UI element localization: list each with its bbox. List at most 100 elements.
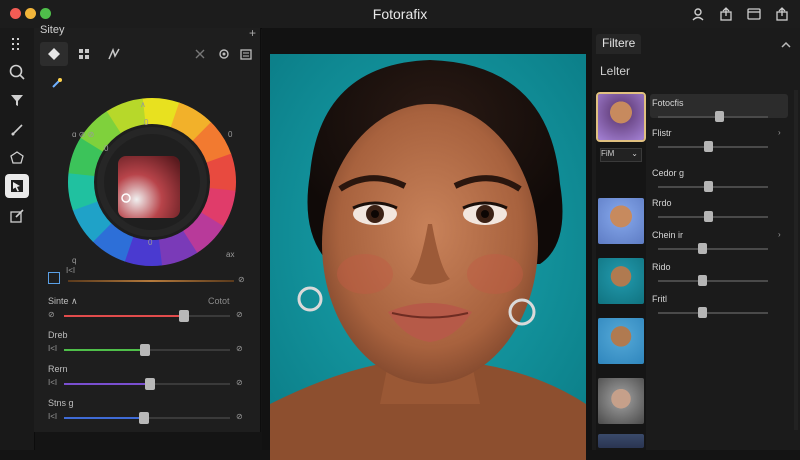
slider-thumb[interactable] <box>145 378 156 390</box>
wheel-label-tl: ɑ ⊘ ⊘ <box>72 130 95 139</box>
chevron-right-icon[interactable]: › <box>778 230 781 239</box>
filter-strength-track[interactable] <box>658 280 768 282</box>
picker-gradient <box>68 280 234 282</box>
chevron-right-icon[interactable]: › <box>778 128 781 137</box>
thumbnail-3[interactable] <box>598 258 644 304</box>
filter-mode-select-value: FiM <box>601 149 615 158</box>
select-tool-icon[interactable] <box>5 174 29 198</box>
slider-fill <box>64 417 144 419</box>
filter-item-label: Chein ir <box>652 230 684 240</box>
filter-funnel-icon[interactable] <box>5 88 29 112</box>
share-icon[interactable] <box>718 6 734 22</box>
filter-item[interactable]: Fotocfis <box>652 98 796 126</box>
filter-strength-track[interactable] <box>658 248 768 250</box>
panel-tab-label[interactable]: Sitey <box>40 24 64 36</box>
slider-fill <box>64 315 184 317</box>
curve-mode-icon[interactable] <box>100 42 128 66</box>
filter-item[interactable]: Fritl <box>652 294 796 322</box>
slider-fill <box>64 383 151 385</box>
slider-label: Stns g <box>48 398 74 408</box>
slider-thumb[interactable] <box>178 310 189 322</box>
filter-strength-thumb[interactable] <box>698 275 707 286</box>
chevron-down-icon: ⌄ <box>631 149 638 158</box>
app-title: Fotorafix <box>372 6 428 22</box>
title-bar-icons <box>690 6 790 22</box>
slider-right-mini[interactable]: ⊘ <box>236 344 243 353</box>
export-icon[interactable] <box>774 6 790 22</box>
filters-subtitle: Lelter <box>600 64 631 78</box>
filter-strength-thumb[interactable] <box>698 307 707 318</box>
slider-left-mini: ⊘ <box>48 310 55 319</box>
wheel-label-left: 0 <box>104 144 109 153</box>
slider-right-mini[interactable]: ⊘ <box>236 310 243 319</box>
filter-strength-thumb[interactable] <box>703 211 713 222</box>
shape-tool-icon[interactable] <box>5 146 29 170</box>
adjustments-panel: Sitey + 0 0 0 ax q ɑ ⊘ ⊘ 0 ∧ I<I ⊘ Sinte… <box>34 24 261 432</box>
picker-right-mini[interactable]: ⊘ <box>238 275 245 284</box>
filter-item[interactable]: Rido <box>652 262 796 290</box>
thumbnail-strip <box>596 90 646 450</box>
filter-mode-select[interactable]: FiM ⌄ <box>600 148 642 162</box>
slider-left-mini: I<I <box>48 378 58 387</box>
search-icon[interactable] <box>5 60 29 84</box>
edit-tool-icon[interactable] <box>5 204 29 228</box>
slider-right-mini[interactable]: ⊘ <box>236 378 243 387</box>
thumbnail-4[interactable] <box>598 318 644 364</box>
filter-strength-thumb[interactable] <box>714 111 724 122</box>
brush-tool-icon[interactable] <box>5 118 29 142</box>
wheel-label-bl: q <box>72 256 77 265</box>
filter-strength-thumb[interactable] <box>703 141 713 152</box>
filter-item-label: Fotocfis <box>652 98 684 108</box>
presets-icon[interactable] <box>232 42 260 66</box>
wheel-label-tr: 0 <box>228 130 233 139</box>
wheel-label-caret: ∧ <box>140 100 146 109</box>
wheel-label-top: 0 <box>144 118 149 127</box>
add-panel-button[interactable]: + <box>249 26 256 40</box>
filter-item-label: Cedor g <box>652 168 685 178</box>
slider-left-mini: I<I <box>48 412 58 421</box>
filter-item[interactable]: Rrdo <box>652 198 796 226</box>
thumbnail-1[interactable] <box>596 92 646 142</box>
slider-right-mini[interactable]: ⊘ <box>236 412 243 421</box>
filter-item[interactable]: Flistr › <box>652 128 796 156</box>
title-bar: Fotorafix <box>0 0 800 29</box>
filter-item-label: Rido <box>652 262 671 272</box>
filters-panel: Filtere Lelter FiM ⌄ Fotocfis Flistr › Cedo… <box>592 28 800 450</box>
collapse-chevron-icon[interactable] <box>780 38 792 56</box>
account-icon[interactable] <box>690 6 706 22</box>
picker-left-mini: I<I <box>66 266 76 275</box>
filter-item[interactable]: Cedor g <box>652 168 796 196</box>
filters-scrollbar[interactable] <box>794 90 798 430</box>
grid-mode-icon[interactable] <box>70 42 98 66</box>
slider-left-mini: I<I <box>48 344 58 353</box>
filters-tab[interactable]: Filtere <box>596 34 642 54</box>
grid-tool-icon[interactable] <box>5 32 29 56</box>
canvas-area <box>262 28 592 460</box>
slider-label: Rern <box>48 364 68 374</box>
slider-label: Dreb <box>48 330 68 340</box>
filter-strength-track[interactable] <box>658 216 768 218</box>
filter-strength-thumb[interactable] <box>698 243 707 254</box>
filter-item-label: Rrdo <box>652 198 672 208</box>
thumbnail-6[interactable] <box>598 434 644 448</box>
slider-thumb[interactable] <box>138 412 149 424</box>
selected-color-swatch[interactable] <box>48 272 60 284</box>
panel-tabbar: Sitey + <box>34 24 260 42</box>
panel-toolbar <box>40 42 254 66</box>
color-wheel[interactable]: 0 0 0 ax q ɑ ⊘ ⊘ 0 ∧ <box>52 80 252 280</box>
filter-item[interactable]: Chein ir › <box>652 230 796 258</box>
slider-right-caption: Cotot <box>208 296 230 306</box>
slider-thumb[interactable] <box>140 344 151 356</box>
window-layout-icon[interactable] <box>746 6 762 22</box>
slider-fill <box>64 349 146 351</box>
filter-strength-thumb[interactable] <box>703 181 713 192</box>
thumbnail-2[interactable] <box>598 198 644 244</box>
filter-strength-track[interactable] <box>658 312 768 314</box>
filter-strength-track[interactable] <box>658 186 768 188</box>
filter-strength-track[interactable] <box>658 116 768 118</box>
color-wheel-mode-icon[interactable] <box>40 42 68 66</box>
portrait-photo[interactable] <box>270 54 586 460</box>
wheel-label-bottom: 0 <box>148 238 153 247</box>
thumbnail-5[interactable] <box>598 378 644 424</box>
filter-strength-track[interactable] <box>658 146 768 148</box>
